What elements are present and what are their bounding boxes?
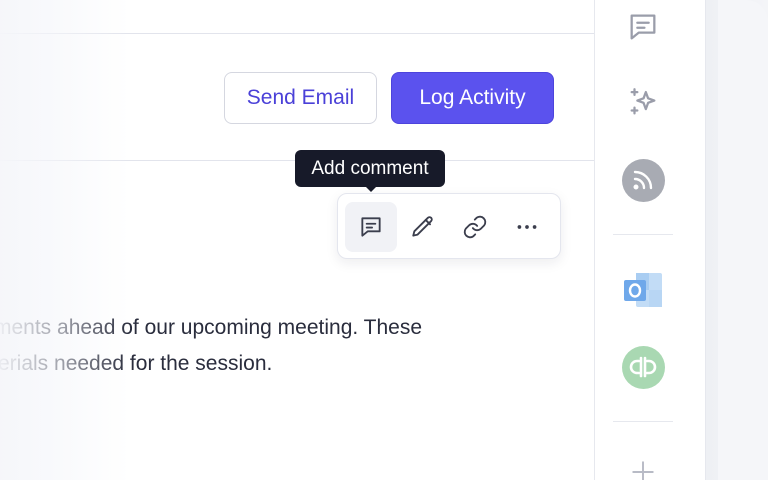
- rss-icon: [621, 158, 665, 202]
- copy-link-button[interactable]: [449, 202, 501, 252]
- right-sidebar-rail: [594, 0, 706, 480]
- rail-quickbooks-button[interactable]: [621, 345, 665, 389]
- outer-panel-edge: [718, 0, 768, 480]
- more-options-button[interactable]: [501, 202, 553, 252]
- send-email-button[interactable]: Send Email: [224, 72, 377, 124]
- rail-add-button[interactable]: [621, 450, 665, 480]
- add-comment-button[interactable]: [345, 202, 397, 252]
- top-divider: [0, 33, 594, 34]
- rail-divider: [613, 421, 673, 422]
- outer-background: [706, 0, 768, 480]
- note-line: erials needed for the session.: [0, 352, 273, 375]
- rail-rss-button[interactable]: [621, 158, 665, 202]
- tooltip-arrow: [365, 186, 377, 192]
- edit-button[interactable]: [397, 202, 449, 252]
- quickbooks-icon: [621, 345, 665, 389]
- main-panel: Send Email Log Activity Add comment ment…: [0, 0, 594, 480]
- rail-ai-button[interactable]: [621, 80, 665, 124]
- sparkles-icon: [630, 88, 656, 115]
- note-body: ments ahead of our upcoming meeting. The…: [0, 310, 590, 382]
- rail-outlook-button[interactable]: [621, 268, 665, 312]
- log-activity-button[interactable]: Log Activity: [391, 72, 554, 124]
- outlook-icon: [624, 273, 662, 307]
- more-horizontal-icon: [517, 225, 537, 229]
- rail-comments-button[interactable]: [621, 5, 665, 49]
- add-comment-tooltip: Add comment: [295, 150, 445, 187]
- note-line: ments ahead of our upcoming meeting. The…: [0, 316, 423, 339]
- plus-icon: [632, 461, 654, 480]
- comment-icon: [361, 217, 381, 237]
- message-square-icon: [630, 14, 656, 40]
- note-action-toolbar: [337, 193, 561, 259]
- left-fade-overlay: [0, 0, 130, 480]
- link-icon: [463, 215, 487, 239]
- pencil-icon: [412, 216, 433, 237]
- rail-divider: [613, 234, 673, 235]
